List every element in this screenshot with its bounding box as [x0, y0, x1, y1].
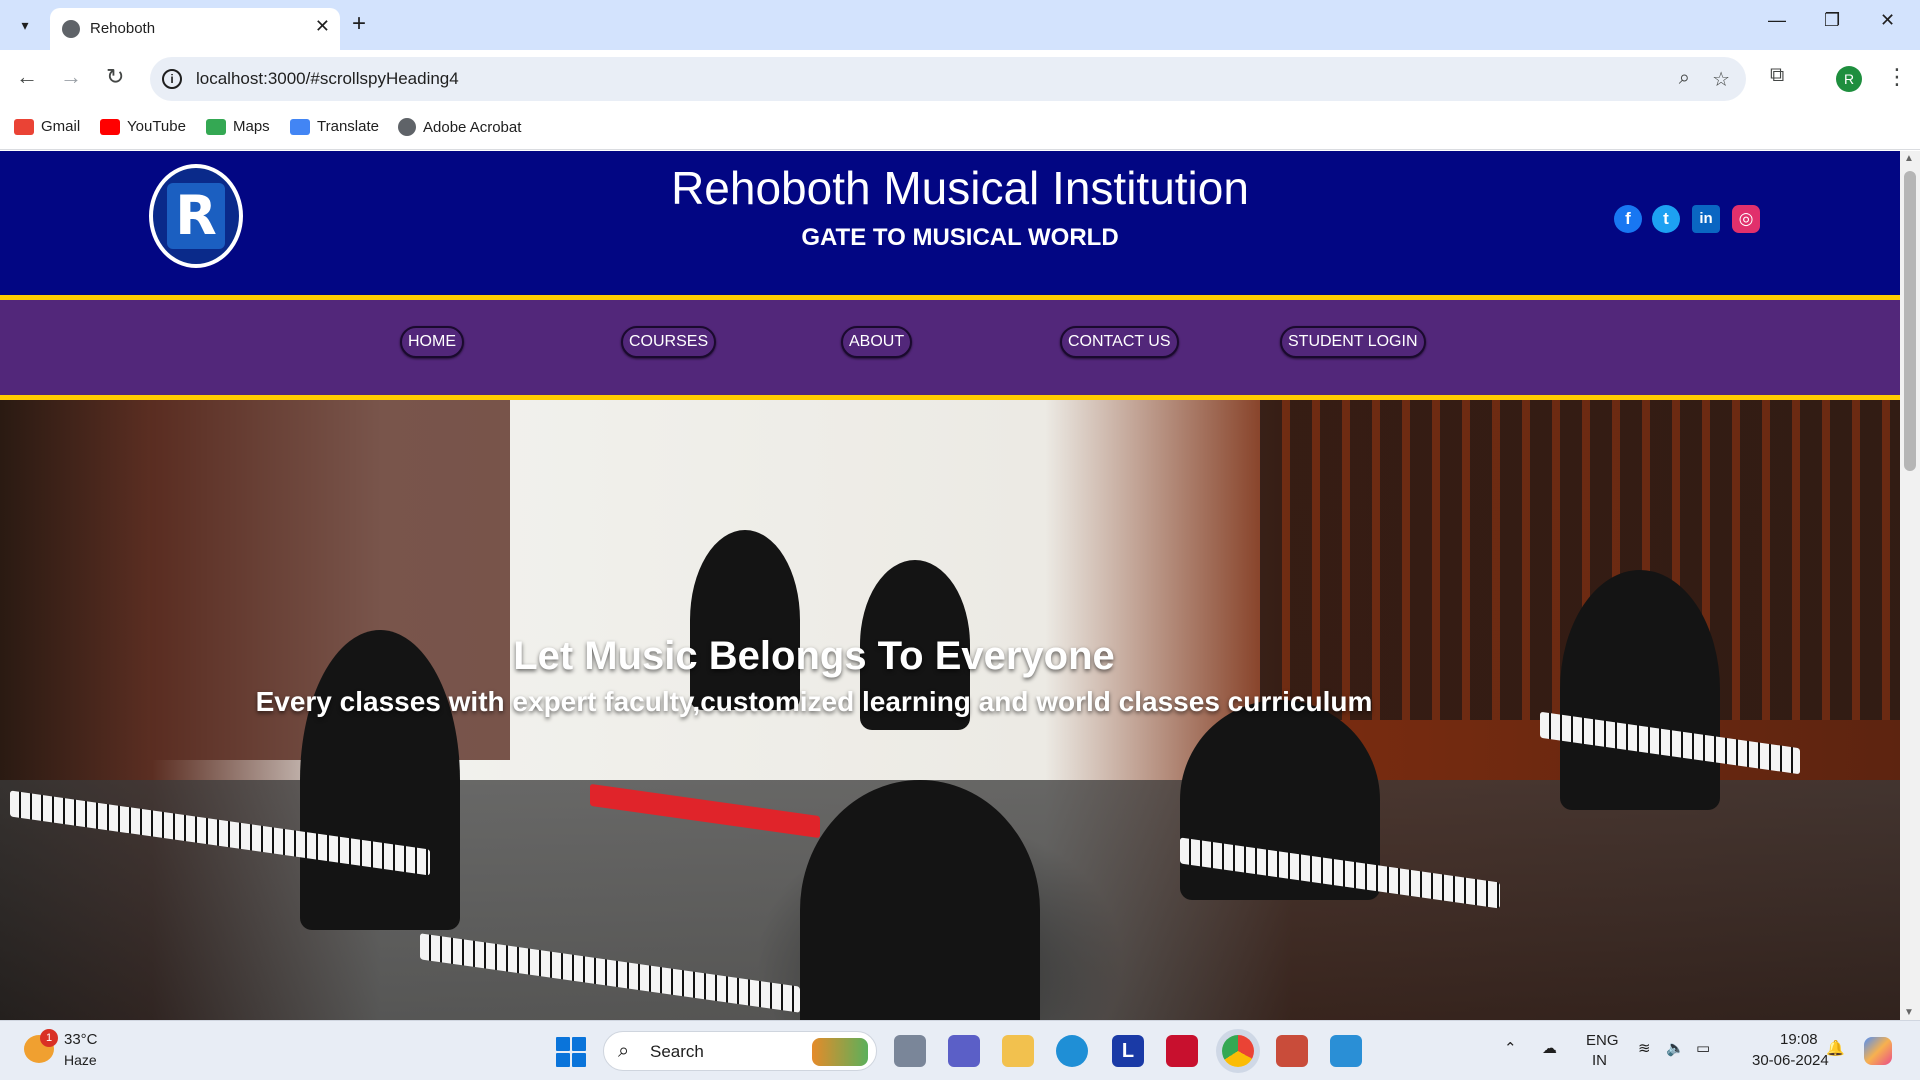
weather-badge: 1 — [40, 1029, 58, 1047]
main-nav: HOME COURSES ABOUT CONTACT US STUDENT LO… — [0, 300, 1900, 395]
bookmark-translate[interactable]: Translate — [290, 118, 379, 135]
wifi-icon[interactable]: ≋ — [1638, 1039, 1651, 1057]
bookmark-label: Translate — [317, 118, 379, 135]
minimize-button[interactable]: — — [1768, 10, 1786, 31]
web-page: R Rehoboth Musical Institution GATE TO M… — [0, 151, 1900, 1020]
site-info-icon[interactable]: i — [162, 69, 182, 89]
nav-student-login[interactable]: STUDENT LOGIN — [1280, 326, 1426, 358]
bookmark-star-icon[interactable]: ☆ — [1712, 67, 1730, 92]
url-text[interactable]: localhost:3000/#scrollspyHeading4 — [196, 69, 459, 89]
weather-condition[interactable]: Haze — [64, 1052, 97, 1068]
language-indicator[interactable]: ENG — [1586, 1032, 1619, 1049]
l-app-icon[interactable]: L — [1112, 1035, 1144, 1067]
bookmark-gmail[interactable]: Gmail — [14, 118, 80, 135]
bookmarks-bar: Gmail YouTube Maps Translate Adobe Acrob… — [0, 108, 1920, 150]
vscode-icon[interactable] — [1330, 1035, 1362, 1067]
chrome-icon[interactable] — [1222, 1035, 1254, 1067]
volume-icon[interactable]: 🔈 — [1666, 1039, 1685, 1057]
chevron-up-icon[interactable]: ⌃ — [1504, 1039, 1517, 1057]
maps-icon — [206, 118, 226, 135]
bookmark-label: YouTube — [127, 118, 186, 135]
scrollbar-thumb[interactable] — [1904, 171, 1916, 471]
gmail-icon — [14, 118, 34, 135]
taskbar-search[interactable]: ⌕ Search — [603, 1031, 877, 1071]
clock-time[interactable]: 19:08 — [1780, 1031, 1818, 1048]
bookmark-label: Maps — [233, 118, 270, 135]
cloud-icon[interactable]: ☁ — [1542, 1039, 1557, 1057]
store-icon[interactable] — [1276, 1035, 1308, 1067]
teams-icon[interactable] — [948, 1035, 980, 1067]
notification-bell-icon[interactable]: 🔔 — [1826, 1039, 1845, 1057]
mcafee-icon[interactable] — [1166, 1035, 1198, 1067]
page-scrollbar[interactable]: ▲ ▼ — [1900, 151, 1920, 1020]
globe-icon — [62, 20, 80, 38]
translate-icon — [290, 118, 310, 135]
copilot-icon[interactable] — [1864, 1037, 1892, 1065]
close-tab-icon[interactable]: ✕ — [315, 16, 330, 37]
search-icon: ⌕ — [618, 1040, 630, 1062]
nav-about[interactable]: ABOUT — [841, 326, 913, 358]
battery-icon[interactable]: ▭ — [1696, 1039, 1710, 1057]
bookmark-label: Gmail — [41, 118, 81, 135]
browser-tab-strip: ▾ Rehoboth ✕ + — ❐ ✕ — [0, 0, 1920, 50]
linkedin-icon[interactable]: in — [1692, 205, 1720, 233]
taskbar: 1 33°C Haze ⌕ Search L ⌃ ☁ ENG IN ≋ 🔈 ▭ … — [0, 1020, 1920, 1080]
hero-subheading: Every classes with expert faculty,custom… — [255, 686, 1373, 717]
bookmark-adobe-acrobat[interactable]: Adobe Acrobat — [398, 118, 521, 136]
hero-banner: Let Music Belongs To Everyone Every clas… — [0, 400, 1900, 1020]
close-window-button[interactable]: ✕ — [1880, 10, 1895, 31]
profile-avatar[interactable]: R — [1836, 66, 1862, 92]
hero-heading: Let Music Belongs To Everyone — [513, 634, 1115, 678]
restore-button[interactable]: ❐ — [1824, 10, 1840, 31]
scroll-down-arrow-icon[interactable]: ▼ — [1904, 1007, 1914, 1018]
back-button[interactable]: ← — [16, 64, 38, 90]
nav-home[interactable]: HOME — [400, 326, 464, 358]
globe-icon — [398, 118, 416, 136]
edge-icon[interactable] — [1056, 1035, 1088, 1067]
weather-temperature[interactable]: 33°C — [64, 1031, 98, 1048]
hero-photo-student — [690, 530, 800, 710]
twitter-icon[interactable]: t — [1652, 205, 1680, 233]
search-label: Search — [650, 1042, 704, 1061]
menu-icon[interactable]: ⋮ — [1886, 64, 1908, 90]
forward-button[interactable]: → — [60, 64, 82, 90]
tab-title: Rehoboth — [90, 20, 156, 37]
address-bar[interactable]: i localhost:3000/#scrollspyHeading4 ⌕ ☆ — [150, 57, 1746, 101]
file-explorer-icon[interactable] — [1002, 1035, 1034, 1067]
tab-search-button[interactable]: ▾ — [10, 10, 40, 40]
bookmark-maps[interactable]: Maps — [206, 118, 270, 135]
scroll-up-arrow-icon[interactable]: ▲ — [1904, 153, 1914, 164]
clock-date[interactable]: 30-06-2024 — [1752, 1052, 1829, 1069]
zoom-icon[interactable]: ⌕ — [1679, 67, 1690, 90]
region-indicator[interactable]: IN — [1592, 1052, 1607, 1069]
site-tagline: GATE TO MUSICAL WORLD — [801, 224, 1119, 251]
browser-toolbar: ← → ↻ i localhost:3000/#scrollspyHeading… — [0, 50, 1920, 108]
facebook-icon[interactable]: f — [1614, 205, 1642, 233]
bookmark-label: Adobe Acrobat — [423, 118, 522, 136]
task-view-icon[interactable] — [894, 1035, 926, 1067]
youtube-icon — [100, 118, 120, 135]
nav-courses[interactable]: COURSES — [621, 326, 717, 358]
site-header: R Rehoboth Musical Institution GATE TO M… — [0, 151, 1900, 295]
reload-button[interactable]: ↻ — [106, 64, 124, 90]
search-highlight-image — [812, 1038, 868, 1066]
start-button[interactable] — [556, 1037, 586, 1067]
instagram-icon[interactable]: ◎ — [1732, 205, 1760, 233]
bookmark-youtube[interactable]: YouTube — [100, 118, 186, 135]
active-tab[interactable]: Rehoboth ✕ — [50, 8, 340, 50]
site-title: Rehoboth Musical Institution — [671, 162, 1249, 214]
new-tab-button[interactable]: + — [352, 10, 366, 38]
nav-contact-us[interactable]: CONTACT US — [1060, 326, 1179, 358]
extensions-icon[interactable]: ⧉ — [1770, 64, 1784, 87]
